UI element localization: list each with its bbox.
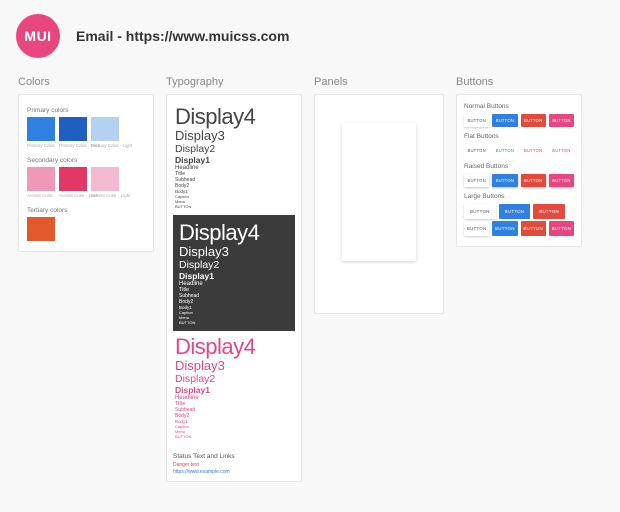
swatch-accent-light: Accent Color - Light (91, 167, 119, 191)
swatch-primary-light: Primary Color - Light (91, 117, 119, 141)
type-display2: Display2 (175, 373, 293, 385)
normal-buttons-row: BUTTON BUTTON BUTTON BUTTON (464, 114, 574, 127)
buttons-card: Normal Buttons BUTTON BUTTON BUTTON BUTT… (456, 94, 582, 247)
flat-buttons-label: Flat Buttons (464, 133, 574, 140)
button-accent[interactable]: BUTTON (549, 114, 574, 127)
type-display1: Display1 (179, 271, 289, 281)
secondary-swatch-row: Accent Color Accent Color - Dark Accent … (27, 167, 145, 191)
typography-column: Typography Display4 Display3 Display2 Di… (166, 76, 302, 482)
type-display3: Display3 (175, 128, 293, 143)
button-flat-danger[interactable]: BUTTON (521, 144, 546, 157)
primary-swatch-row: Primary Color Primary Color - Dark Prima… (27, 117, 145, 141)
large-buttons-label: Large Buttons (464, 193, 574, 200)
status-danger-text: Danger text (173, 462, 295, 468)
tertiary-colors-label: Tertiary colors (27, 207, 145, 214)
panels-card (314, 94, 444, 314)
colors-label: Colors (18, 76, 154, 88)
type-display4: Display4 (175, 335, 293, 358)
type-display3: Display3 (179, 244, 289, 259)
button-primary[interactable]: BUTTON (492, 114, 517, 127)
raised-buttons-row: BUTTON BUTTON BUTTON BUTTON (464, 174, 574, 187)
type-display2: Display2 (175, 143, 293, 155)
panels-label: Panels (314, 76, 444, 88)
typography-card: Display4 Display3 Display2 Display1 Head… (166, 94, 302, 482)
button-raised-default[interactable]: BUTTON (464, 174, 489, 187)
button-large-primary[interactable]: BUTTON (499, 204, 531, 219)
type-button: BUTTON (175, 434, 293, 439)
secondary-colors-label: Secondary colors (27, 157, 145, 164)
button-danger[interactable]: BUTTON (521, 114, 546, 127)
button-large-accent[interactable]: BUTTON (549, 221, 574, 236)
type-button: BUTTON (175, 204, 293, 209)
type-display2: Display2 (179, 259, 289, 271)
large-buttons-row-1: BUTTON BUTTON BUTTON (464, 204, 574, 219)
typo-block-light: Display4 Display3 Display2 Display1 Head… (173, 101, 295, 215)
page-title: Email - https://www.muicss.com (76, 28, 289, 44)
button-flat-accent[interactable]: BUTTON (549, 144, 574, 157)
large-buttons-row-2: BUTTON BUTTON BUTTON BUTTON (464, 221, 574, 236)
raised-buttons-label: Raised Buttons (464, 163, 574, 170)
type-display1: Display1 (175, 385, 293, 395)
button-raised-primary[interactable]: BUTTON (492, 174, 517, 187)
button-large-default[interactable]: BUTTON (464, 221, 489, 236)
primary-colors-label: Primary colors (27, 107, 145, 114)
swatch-accent: Accent Color (27, 167, 55, 191)
panels-column: Panels (314, 76, 444, 314)
status-link-text[interactable]: https://www.example.com (173, 469, 295, 475)
typo-block-dark: Display4 Display3 Display2 Display1 Head… (173, 215, 295, 331)
type-display3: Display3 (175, 358, 293, 373)
button-raised-danger[interactable]: BUTTON (521, 174, 546, 187)
type-display4: Display4 (179, 221, 289, 244)
swatch-primary-dark: Primary Color - Dark (59, 117, 87, 141)
button-large-danger[interactable]: BUTTON (521, 221, 546, 236)
type-display1: Display1 (175, 155, 293, 165)
typo-block-accent: Display4 Display3 Display2 Display1 Head… (173, 331, 295, 445)
buttons-column: Buttons Normal Buttons BUTTON BUTTON BUT… (456, 76, 582, 247)
flat-buttons-row: BUTTON BUTTON BUTTON BUTTON (464, 144, 574, 157)
status-text-label: Status Text and Links (173, 453, 295, 460)
content-grid: Colors Primary colors Primary Color Prim… (0, 70, 620, 482)
panel-example (342, 123, 416, 261)
button-large-danger[interactable]: BUTTON (533, 204, 565, 219)
swatch-danger (27, 217, 55, 241)
swatch-accent-dark: Accent Color - Dark (59, 167, 87, 191)
swatch-label: Accent Color (27, 193, 53, 198)
buttons-label: Buttons (456, 76, 582, 88)
swatch-label: Primary Color (27, 143, 55, 148)
type-button: BUTTON (179, 320, 289, 325)
button-flat-primary[interactable]: BUTTON (492, 144, 517, 157)
header: MUI Email - https://www.muicss.com (0, 0, 620, 70)
button-large-default[interactable]: BUTTON (464, 204, 496, 219)
typography-label: Typography (166, 76, 302, 88)
colors-card: Primary colors Primary Color Primary Col… (18, 94, 154, 252)
button-raised-accent[interactable]: BUTTON (549, 174, 574, 187)
swatch-label: Primary Color - Light (91, 143, 132, 148)
normal-buttons-label: Normal Buttons (464, 103, 574, 110)
button-large-primary[interactable]: BUTTON (492, 221, 517, 236)
type-display4: Display4 (175, 105, 293, 128)
logo-badge: MUI (16, 14, 60, 58)
button-flat-default[interactable]: BUTTON (464, 144, 489, 157)
colors-column: Colors Primary colors Primary Color Prim… (18, 76, 154, 252)
swatch-label: Accent Color - Light (91, 193, 131, 198)
button-default[interactable]: BUTTON (464, 114, 489, 127)
swatch-primary: Primary Color (27, 117, 55, 141)
